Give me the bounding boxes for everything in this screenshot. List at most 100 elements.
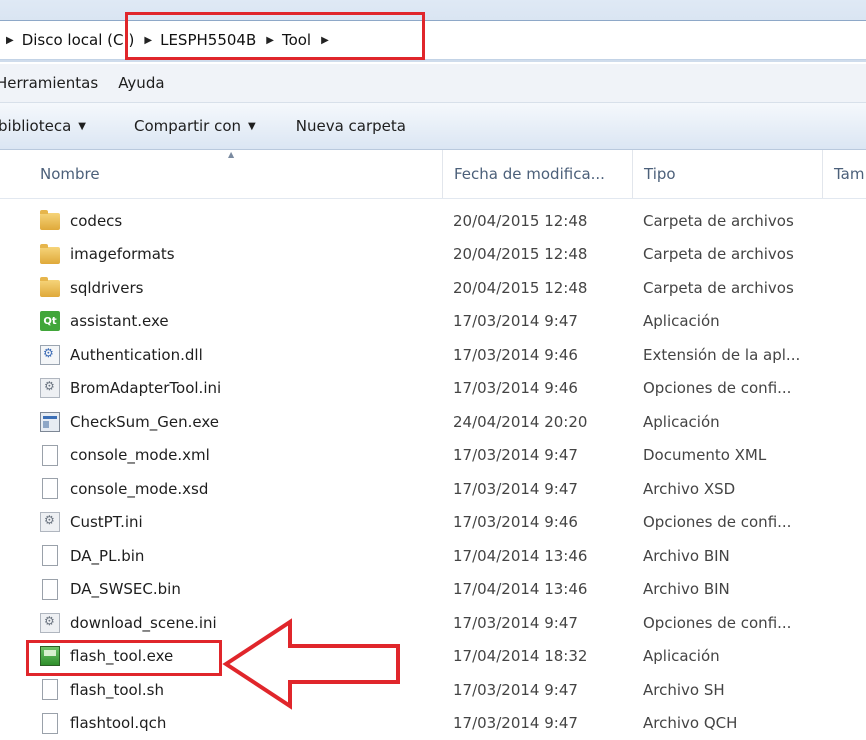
file-type: Aplicación <box>643 405 720 439</box>
command-toolbar: biblioteca ▼ Compartir con ▼ Nueva carpe… <box>0 103 866 150</box>
file-name: console_mode.xsd <box>70 480 208 498</box>
column-type[interactable]: Tipo <box>632 150 822 198</box>
file-name-cell[interactable]: download_scene.ini <box>40 606 217 640</box>
file-date: 17/03/2014 9:46 <box>453 372 578 406</box>
file-name: imageformats <box>70 245 175 263</box>
file-type: Carpeta de archivos <box>643 204 794 238</box>
file-row[interactable]: sqldrivers 20/04/2015 12:48 Carpeta de arc… <box>0 271 866 305</box>
address-highlight-annotation <box>125 12 425 60</box>
file-name-cell[interactable]: console_mode.xml <box>40 439 210 473</box>
file-row[interactable]: console_mode.xsd17/03/2014 9:47Archivo X… <box>0 472 866 506</box>
file-type: Carpeta de archivos <box>643 238 794 272</box>
column-name-label: Nombre <box>40 165 100 183</box>
file-date: 17/03/2014 9:47 <box>453 606 578 640</box>
file-row[interactable]: CheckSum_Gen.exe 24/04/2014 20:20 Aplicaci… <box>0 405 866 439</box>
column-size[interactable]: Tam <box>822 150 866 198</box>
file-type: Opciones de confi... <box>643 506 791 540</box>
file-name-cell[interactable]: CustPT.ini <box>40 506 143 540</box>
include-library-label: biblioteca <box>0 117 71 135</box>
file-name-cell[interactable]: sqldrivers <box>40 271 143 305</box>
column-date[interactable]: Fecha de modifica... <box>442 150 632 198</box>
file-name: console_mode.xml <box>70 446 210 464</box>
file-name-cell[interactable]: flash_tool.sh <box>40 673 164 707</box>
file-row[interactable]: flash_tool.sh17/03/2014 9:47Archivo SH <box>0 673 866 707</box>
menu-herramientas[interactable]: Herramientas <box>0 74 118 92</box>
file-icon <box>42 445 58 466</box>
folder-icon <box>40 280 60 297</box>
menu-ayuda[interactable]: Ayuda <box>118 74 178 92</box>
file-name: BromAdapterTool.ini <box>70 379 221 397</box>
folder-icon <box>40 247 60 264</box>
file-type: Aplicación <box>643 640 720 674</box>
folder-icon <box>40 213 60 230</box>
file-name-cell[interactable]: console_mode.xsd <box>40 472 208 506</box>
dropdown-arrow-icon: ▼ <box>78 121 86 132</box>
file-date: 17/03/2014 9:46 <box>453 506 578 540</box>
file-date: 20/04/2015 12:48 <box>453 204 587 238</box>
file-row[interactable]: download_scene.ini 17/03/2014 9:47 Opcione… <box>0 606 866 640</box>
file-type: Opciones de confi... <box>643 606 791 640</box>
file-date: 17/03/2014 9:47 <box>453 439 578 473</box>
file-name: assistant.exe <box>70 312 169 330</box>
file-row[interactable]: CustPT.ini 17/03/2014 9:46 Opciones de con… <box>0 506 866 540</box>
file-type: Carpeta de archivos <box>643 271 794 305</box>
file-type: Archivo XSD <box>643 472 735 506</box>
file-name-cell[interactable]: DA_PL.bin <box>40 539 144 573</box>
file-type: Documento XML <box>643 439 766 473</box>
file-name-cell[interactable]: flashtool.qch <box>40 707 166 740</box>
file-name-cell[interactable]: DA_SWSEC.bin <box>40 573 181 607</box>
file-icon <box>42 478 58 499</box>
file-name: download_scene.ini <box>70 614 217 632</box>
file-row[interactable]: DA_PL.bin17/04/2014 13:46Archivo BIN <box>0 539 866 573</box>
file-row[interactable]: codecs 20/04/2015 12:48 Carpeta de archivo… <box>0 204 866 238</box>
file-name: Authentication.dll <box>70 346 203 364</box>
file-name: codecs <box>70 212 122 230</box>
file-date: 24/04/2014 20:20 <box>453 405 587 439</box>
file-row[interactable]: imageformats20/04/2015 12:48Carpeta de a… <box>0 238 866 272</box>
file-row[interactable]: BromAdapterTool.ini 17/03/2014 9:46 Opcion… <box>0 372 866 406</box>
dropdown-arrow-icon: ▼ <box>248 121 256 132</box>
flash-tool-highlight-annotation <box>26 640 222 676</box>
file-type: Aplicación <box>643 305 720 339</box>
file-row[interactable]: Qtassistant.exe 17/03/2014 9:47 Aplicación <box>0 305 866 339</box>
column-name[interactable]: Nombre <box>40 150 440 198</box>
menu-bar: Herramientas Ayuda <box>0 64 866 103</box>
file-icon <box>42 713 58 734</box>
file-row[interactable]: DA_SWSEC.bin 17/04/2014 13:46 Archivo BIN <box>0 573 866 607</box>
pointer-arrow-annotation <box>222 618 402 710</box>
file-name-cell[interactable]: codecs <box>40 204 122 238</box>
file-date: 17/04/2014 13:46 <box>453 573 587 607</box>
file-name: flashtool.qch <box>70 714 166 732</box>
share-with-button[interactable]: Compartir con ▼ <box>134 117 256 135</box>
file-name: CustPT.ini <box>70 513 143 531</box>
file-row[interactable]: Authentication.dll 17/03/2014 9:46 Extensi… <box>0 338 866 372</box>
file-name-cell[interactable]: CheckSum_Gen.exe <box>40 405 219 439</box>
file-name-cell[interactable]: Qtassistant.exe <box>40 305 169 339</box>
new-folder-button[interactable]: Nueva carpeta <box>296 117 406 135</box>
file-name-cell[interactable]: BromAdapterTool.ini <box>40 372 221 406</box>
column-date-label: Fecha de modifica... <box>454 165 605 183</box>
file-date: 17/03/2014 9:47 <box>453 305 578 339</box>
exe-icon <box>40 412 60 432</box>
file-name: DA_SWSEC.bin <box>70 580 181 598</box>
include-library-button[interactable]: biblioteca ▼ <box>0 117 86 135</box>
column-size-label: Tam <box>834 165 864 183</box>
file-icon <box>42 545 58 566</box>
file-row[interactable]: flashtool.qch17/03/2014 9:47Archivo QCH <box>0 707 866 740</box>
ini-icon <box>40 378 60 398</box>
file-type: Opciones de confi... <box>643 372 791 406</box>
share-with-label: Compartir con <box>134 117 241 135</box>
file-row[interactable]: console_mode.xml 17/03/2014 9:47 Documento… <box>0 439 866 473</box>
file-name-cell[interactable]: imageformats <box>40 238 175 272</box>
file-date: 17/03/2014 9:46 <box>453 338 578 372</box>
file-date: 17/04/2014 13:46 <box>453 539 587 573</box>
breadcrumb-item-drive[interactable]: Disco local (C:) <box>22 31 135 49</box>
file-date: 20/04/2015 12:48 <box>453 271 587 305</box>
column-type-label: Tipo <box>644 165 676 183</box>
file-type: Archivo BIN <box>643 573 730 607</box>
file-type: Extensión de la apl... <box>643 338 800 372</box>
breadcrumb-arrow-icon[interactable]: ▶ <box>6 35 14 46</box>
ini-icon <box>40 613 60 633</box>
file-type: Archivo SH <box>643 673 725 707</box>
file-name-cell[interactable]: Authentication.dll <box>40 338 203 372</box>
